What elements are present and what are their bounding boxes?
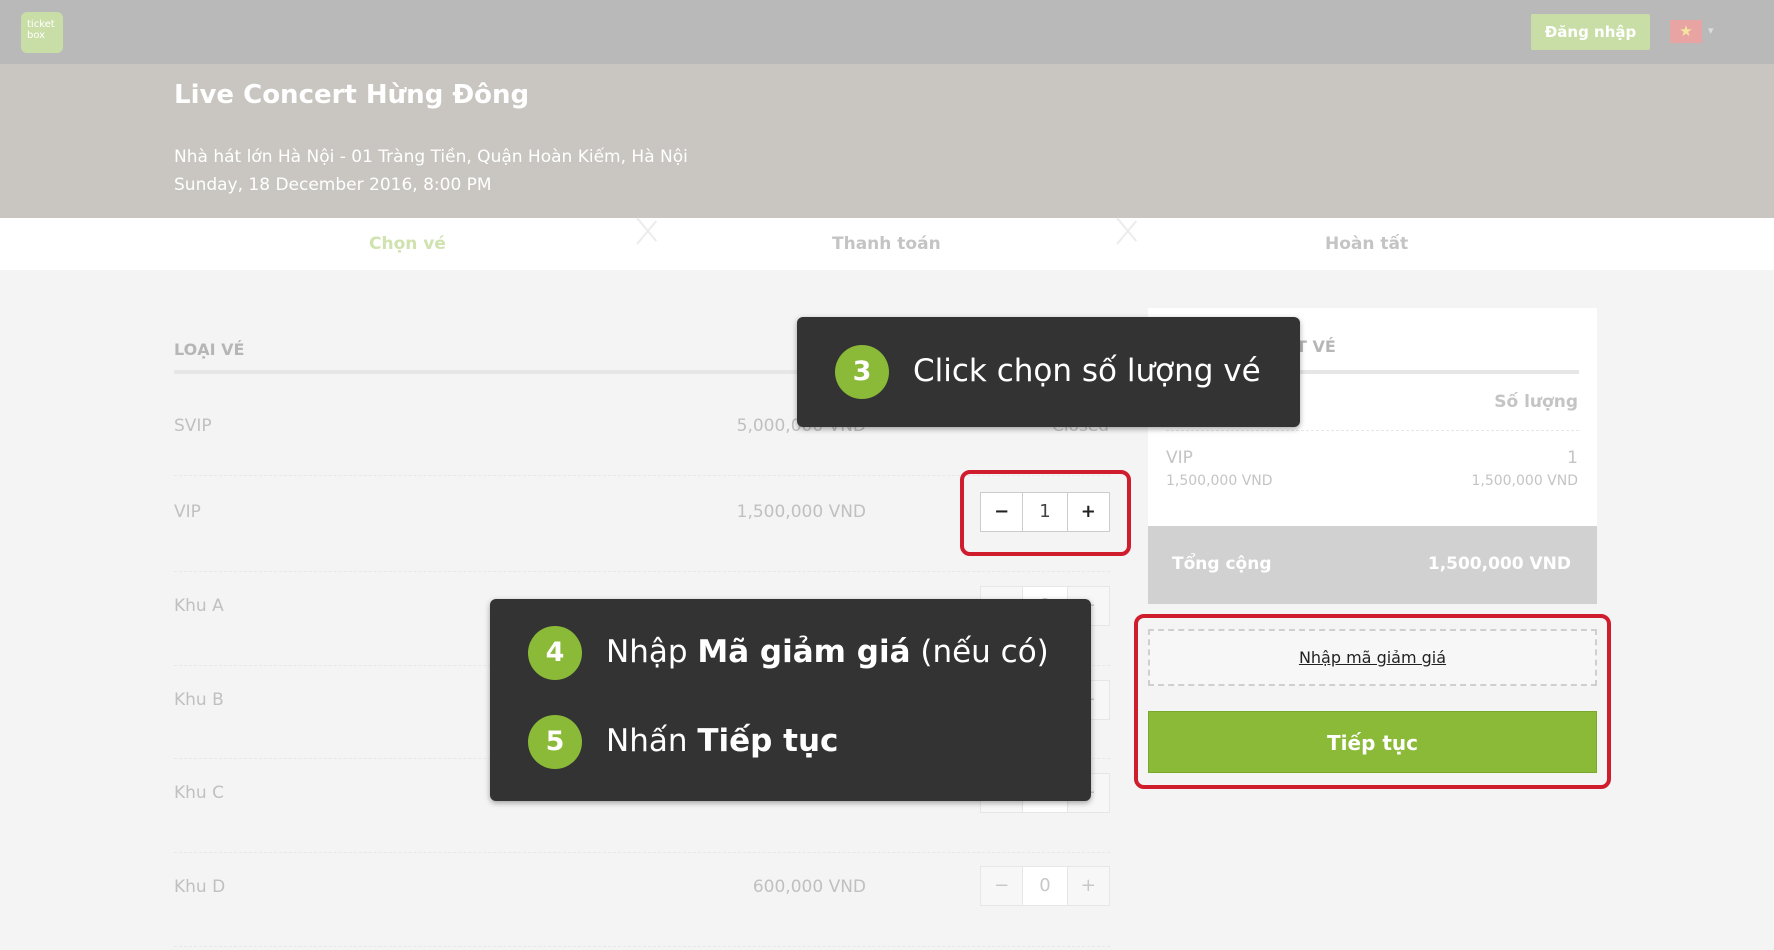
- chevron-down-icon[interactable]: ▾: [1708, 24, 1714, 37]
- event-venue: Nhà hát lớn Hà Nội - 01 Tràng Tiền, Quận…: [174, 147, 688, 167]
- step-separator-icon: [630, 218, 660, 270]
- ticket-name: Khu B: [174, 690, 224, 710]
- minus-button[interactable]: −: [981, 867, 1023, 905]
- step-badge: 5: [528, 715, 582, 769]
- ticket-name: Khu D: [174, 877, 226, 897]
- ticket-type-header: LOẠI VÉ: [174, 340, 245, 359]
- row-divider: [174, 946, 1110, 947]
- row-divider: [174, 852, 1110, 853]
- total-label: Tổng cộng: [1172, 554, 1272, 574]
- event-title: Live Concert Hừng Đông: [174, 80, 530, 110]
- tooltip-text: Nhấn Tiếp tục: [606, 723, 839, 759]
- highlight-frame: [1134, 614, 1611, 789]
- plus-button[interactable]: +: [1067, 867, 1109, 905]
- divider: [1166, 430, 1579, 431]
- quantity-header: Số lượng: [1494, 392, 1578, 412]
- ticket-name: Khu A: [174, 596, 224, 616]
- step-payment: Thanh toán: [832, 234, 941, 254]
- tooltip-step-4-5: 4 Nhập Mã giảm giá (nếu có) 5 Nhấn Tiếp …: [490, 599, 1091, 801]
- summary-item-name: VIP: [1166, 448, 1193, 468]
- checkout-steps: Chọn vé Thanh toán Hoàn tất: [0, 218, 1774, 270]
- tooltip-text: Nhập Mã giảm giá (nếu có): [606, 634, 1049, 670]
- highlight-frame: [960, 470, 1131, 556]
- summary-item-price: 1,500,000 VND: [1166, 473, 1273, 489]
- summary-title: T VÉ: [1296, 337, 1336, 356]
- vietnam-flag-icon[interactable]: ★: [1670, 20, 1702, 43]
- total-value: 1,500,000 VND: [1427, 554, 1571, 574]
- ticket-name: SVIP: [174, 416, 212, 436]
- step-complete: Hoàn tất: [1325, 234, 1409, 254]
- row-divider: [174, 571, 1110, 572]
- ticket-name: Khu C: [174, 783, 224, 803]
- ticketbox-logo[interactable]: ticket box: [21, 12, 63, 53]
- quantity-stepper[interactable]: − 0 +: [980, 866, 1110, 906]
- step-badge: 4: [528, 626, 582, 680]
- tooltip-text: Click chọn số lượng vé: [913, 353, 1261, 389]
- login-button[interactable]: Đăng nhập: [1531, 14, 1650, 50]
- tooltip-step-3: 3 Click chọn số lượng vé: [797, 317, 1300, 427]
- summary-item-subtotal: 1,500,000 VND: [1471, 473, 1578, 489]
- ticket-name: VIP: [174, 502, 201, 522]
- step-choose-ticket: Chọn vé: [369, 234, 446, 254]
- step-separator-icon: [1110, 218, 1140, 270]
- summary-item-qty: 1: [1567, 448, 1578, 468]
- ticket-price: 600,000 VND: [752, 877, 866, 897]
- ticket-price: 1,500,000 VND: [736, 502, 866, 522]
- step-badge: 3: [835, 345, 889, 399]
- top-bar: [0, 0, 1774, 64]
- event-datetime: Sunday, 18 December 2016, 8:00 PM: [174, 175, 492, 195]
- quantity-value[interactable]: 0: [1022, 867, 1068, 905]
